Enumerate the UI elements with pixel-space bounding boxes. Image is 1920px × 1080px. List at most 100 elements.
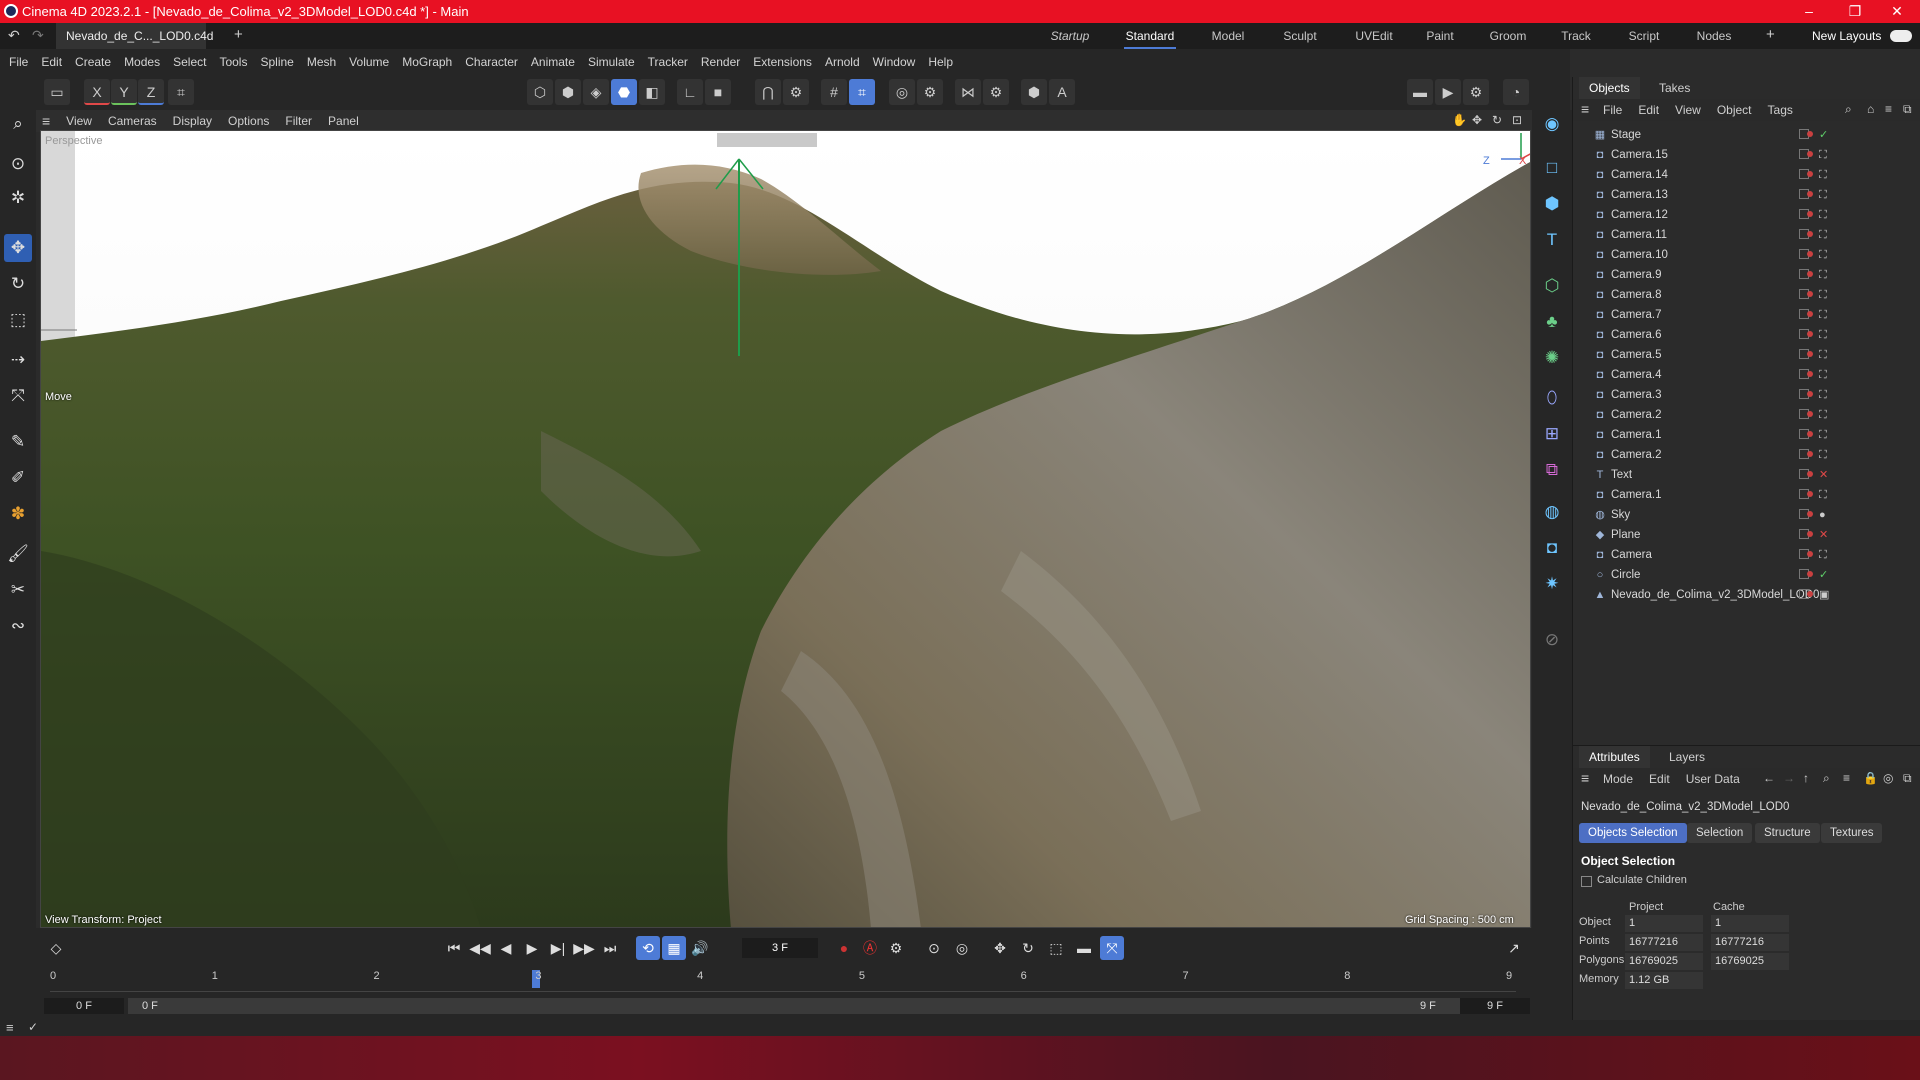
attributes-menu-mode[interactable]: Mode [1603,772,1633,786]
object-name[interactable]: Camera.10 [1611,245,1668,265]
object-name[interactable]: Camera.8 [1611,285,1662,305]
polygons-mode-icon[interactable]: ◈ [583,79,609,105]
viewport-maximize-icon[interactable]: ⊡ [1512,113,1522,127]
rotate-tool-icon[interactable]: ↻ [4,270,32,298]
object-row[interactable]: ◘ Camera.3 ⛶ [1573,385,1920,405]
object-row[interactable]: ◍ Sky ● [1573,505,1920,525]
tab-objects[interactable]: Objects [1579,77,1640,99]
up-arrow-icon[interactable]: ↑ [1803,771,1809,785]
auto-key-icon[interactable]: Ⓐ [858,936,882,960]
object-name[interactable]: Camera.7 [1611,305,1662,325]
viewport-pan-icon[interactable]: ✋ [1452,113,1467,127]
coordinate-system-icon[interactable]: ⌗ [168,79,194,105]
menu-select[interactable]: Select [173,55,206,69]
object-row[interactable]: ○ Circle ✓ [1573,565,1920,585]
menu-spline[interactable]: Spline [260,55,293,69]
timeline-graph-icon[interactable]: ↗ [1502,936,1526,960]
object-visibility-dots[interactable] [1807,211,1813,217]
layout-tab-nodes[interactable]: Nodes [1694,23,1734,49]
object-visibility-dots[interactable] [1807,531,1813,537]
object-row[interactable]: ◆ Plane ✕ [1573,525,1920,545]
object-name[interactable]: Camera.12 [1611,205,1668,225]
previous-frame-icon[interactable]: ◀ [494,936,518,960]
effector-icon[interactable]: ✺ [1538,344,1566,372]
texture-mode-icon[interactable]: ◧ [639,79,665,105]
objects-selection-button[interactable]: Objects Selection [1579,823,1687,843]
object-row[interactable]: ▲ Nevado_de_Colima_v2_3DModel_LOD0 ▣ [1573,585,1920,605]
scale-tool-icon[interactable]: ⬚ [4,306,32,334]
object-visibility-dots[interactable] [1807,271,1813,277]
play-icon[interactable]: ▶ [520,936,544,960]
minimize-button[interactable]: – [1786,0,1832,23]
next-key-icon[interactable]: ▶▶ [572,936,596,960]
spline-sketch-icon[interactable]: ✐ [4,464,32,492]
layout-tab-script[interactable]: Script [1624,23,1664,49]
object-name[interactable]: Sky [1611,505,1630,525]
menu-mograph[interactable]: MoGraph [402,55,452,69]
back-arrow-icon[interactable]: ← [1763,771,1775,785]
object-visibility-dots[interactable] [1807,471,1813,477]
layout-tab-standard[interactable]: Standard [1124,23,1176,49]
snap-settings-icon[interactable]: ⚙ [783,79,809,105]
object-visibility-dots[interactable] [1807,411,1813,417]
lock-icon[interactable]: 🔒 [1863,771,1878,785]
attributes-search-icon[interactable]: ⌕ [1823,771,1830,786]
object-tag-icon[interactable]: ⛶ [1819,445,1827,465]
redo-icon[interactable]: ↷ [32,27,44,44]
object-row[interactable]: ▦ Stage ✓ [1573,125,1920,145]
viewport-menu-options[interactable]: Options [228,114,269,128]
object-visibility-dots[interactable] [1807,591,1813,597]
object-name[interactable]: Plane [1611,525,1640,545]
polygon-object-icon[interactable]: ⬢ [1538,190,1566,218]
symmetry-settings-icon[interactable]: ⚙ [983,79,1009,105]
live-selection-icon[interactable]: ⊙ [4,150,32,178]
edges-mode-icon[interactable]: ⬢ [555,79,581,105]
sound-icon[interactable]: 🔊 [688,936,712,960]
keyframe-icon[interactable]: ◇ [44,936,68,960]
environment-icon[interactable]: ◍ [1538,498,1566,526]
object-tag-icon[interactable]: ⛶ [1819,185,1827,205]
object-tag-icon[interactable]: ⛶ [1819,145,1827,165]
object-tag-icon[interactable]: ⛶ [1819,365,1827,385]
grid-icon[interactable]: # [821,79,847,105]
workplane-icon[interactable]: ⌗ [849,79,875,105]
menu-mesh[interactable]: Mesh [307,55,336,69]
motion-system-icon[interactable]: ◎ [950,936,974,960]
undo-icon[interactable]: ↶ [8,27,20,44]
attributes-menu-edit[interactable]: Edit [1649,772,1670,786]
calculate-children-checkbox[interactable] [1581,876,1592,887]
objects-menu-view[interactable]: View [1675,103,1701,117]
selection-button[interactable]: Selection [1687,823,1753,843]
object-name[interactable]: Circle [1611,565,1640,585]
object-row[interactable]: ◘ Camera.2 ⛶ [1573,445,1920,465]
object-row[interactable]: ◘ Camera.13 ⛶ [1573,185,1920,205]
menu-modes[interactable]: Modes [124,55,160,69]
object-name[interactable]: Text [1611,465,1632,485]
viewport-menu-display[interactable]: Display [173,114,212,128]
maximize-button[interactable]: ❐ [1832,0,1878,23]
camera-object-icon[interactable]: ◘ [1538,534,1566,562]
document-tab[interactable]: Nevado_de_C..._LOD0.c4d * [56,23,213,69]
add-layout-icon[interactable]: + [1766,26,1775,43]
menu-extensions[interactable]: Extensions [753,55,812,69]
object-row[interactable]: ◘ Camera.12 ⛶ [1573,205,1920,225]
objects-menu-object[interactable]: Object [1717,103,1752,117]
frame-range-slider[interactable] [128,998,1488,1014]
disabled-tool-icon[interactable]: ⊘ [1538,626,1566,654]
object-name[interactable]: Nevado_de_Colima_v2_3DModel_LOD0 [1611,585,1819,605]
objects-new-window-icon[interactable]: ⧉ [1903,102,1912,117]
object-visibility-dots[interactable] [1807,391,1813,397]
object-row[interactable]: ◘ Camera.7 ⛶ [1573,305,1920,325]
object-row[interactable]: ◘ Camera.6 ⛶ [1573,325,1920,345]
object-row[interactable]: ◘ Camera.11 ⛶ [1573,225,1920,245]
objects-menu-file[interactable]: File [1603,103,1622,117]
object-row[interactable]: ◘ Camera.15 ⛶ [1573,145,1920,165]
viewport-render-icon[interactable]: ◔ [1503,79,1529,105]
textures-button[interactable]: Textures [1821,823,1883,843]
tab-takes[interactable]: Takes [1649,77,1700,99]
viewport-move-icon[interactable]: ✥ [1472,113,1482,127]
attributes-menu-user-data[interactable]: User Data [1686,772,1740,786]
object-visibility-dots[interactable] [1807,151,1813,157]
object-tag-icon[interactable]: ▣ [1819,585,1829,605]
attributes-hamburger-icon[interactable]: ≡ [1581,770,1589,786]
